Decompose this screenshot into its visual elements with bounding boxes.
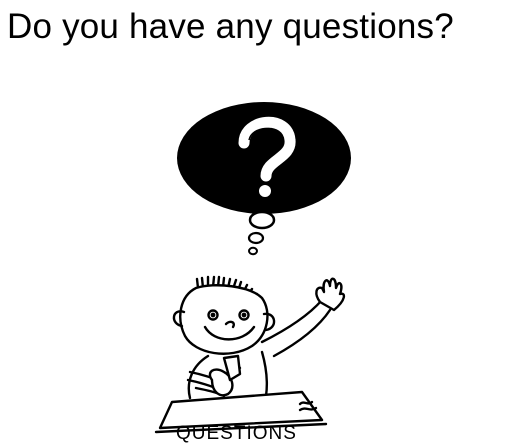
question-illustration: QUESTIONS	[154, 102, 351, 444]
thought-bubble	[177, 102, 351, 256]
slide: Do you have any questions? QUESTIONS	[0, 0, 522, 444]
child-figure	[154, 275, 346, 434]
questions-label: QUESTIONS	[176, 423, 297, 444]
